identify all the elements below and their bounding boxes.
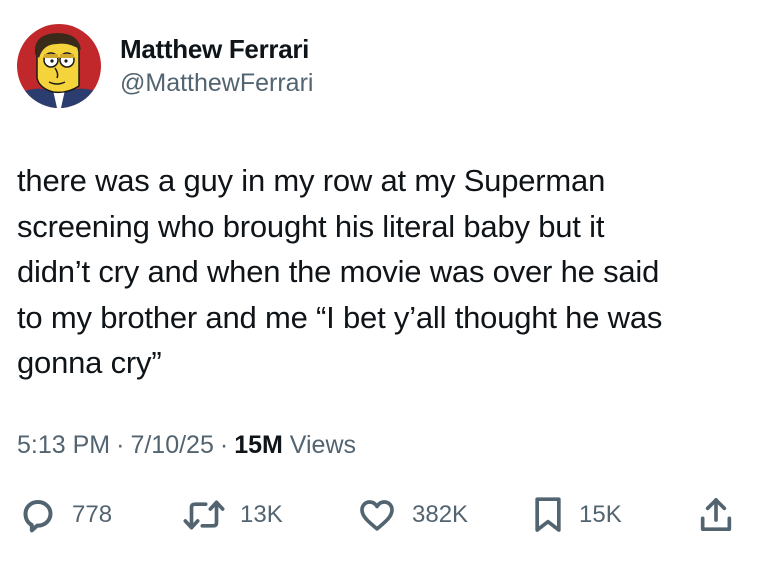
bookmark-icon [535, 497, 561, 532]
reply-icon [23, 500, 53, 533]
reply-count: 778 [72, 501, 113, 528]
share-button[interactable] [696, 490, 736, 540]
retweet-icon [183, 500, 225, 530]
tweet-text-line: there was a guy in my row at my Superman [17, 163, 606, 198]
author-handle[interactable]: @MatthewFerrari [120, 69, 313, 98]
reply-button[interactable]: 778 [18, 490, 112, 540]
tweet-date[interactable]: 7/10/25 [130, 431, 213, 459]
tweet-meta: 5:13 PM · 7/10/25 · 15M Views [17, 431, 356, 460]
action-bar: 778 13K 382K 15K [0, 490, 760, 540]
like-count: 382K [412, 501, 469, 528]
tweet-text-line: screening who brought his literal baby b… [17, 208, 605, 244]
views-label[interactable]: Views [290, 431, 356, 459]
tweet-text-line: to my brother and me “I bet y’all though… [17, 299, 663, 335]
heart-icon [360, 500, 394, 531]
like-button[interactable]: 382K [356, 490, 468, 540]
views-count[interactable]: 15M [234, 431, 283, 459]
meta-separator: · [219, 431, 229, 459]
retweet-count: 13K [240, 501, 283, 528]
avatar[interactable] [17, 24, 101, 108]
tweet-text: there was a guy in my row at my Superman… [17, 158, 747, 386]
tweet-text-line: didn’t cry and when the movie was over h… [17, 254, 660, 289]
share-icon [700, 498, 732, 531]
tweet-time[interactable]: 5:13 PM [17, 431, 110, 459]
retweet-button[interactable]: 13K [182, 490, 283, 540]
meta-separator: · [116, 431, 125, 459]
tweet-text-line: gonna cry” [17, 345, 162, 380]
avatar-image [17, 24, 101, 108]
author-display-name[interactable]: Matthew Ferrari [120, 34, 309, 65]
bookmark-count: 15K [579, 501, 622, 528]
bookmark-button[interactable]: 15K [531, 490, 622, 540]
